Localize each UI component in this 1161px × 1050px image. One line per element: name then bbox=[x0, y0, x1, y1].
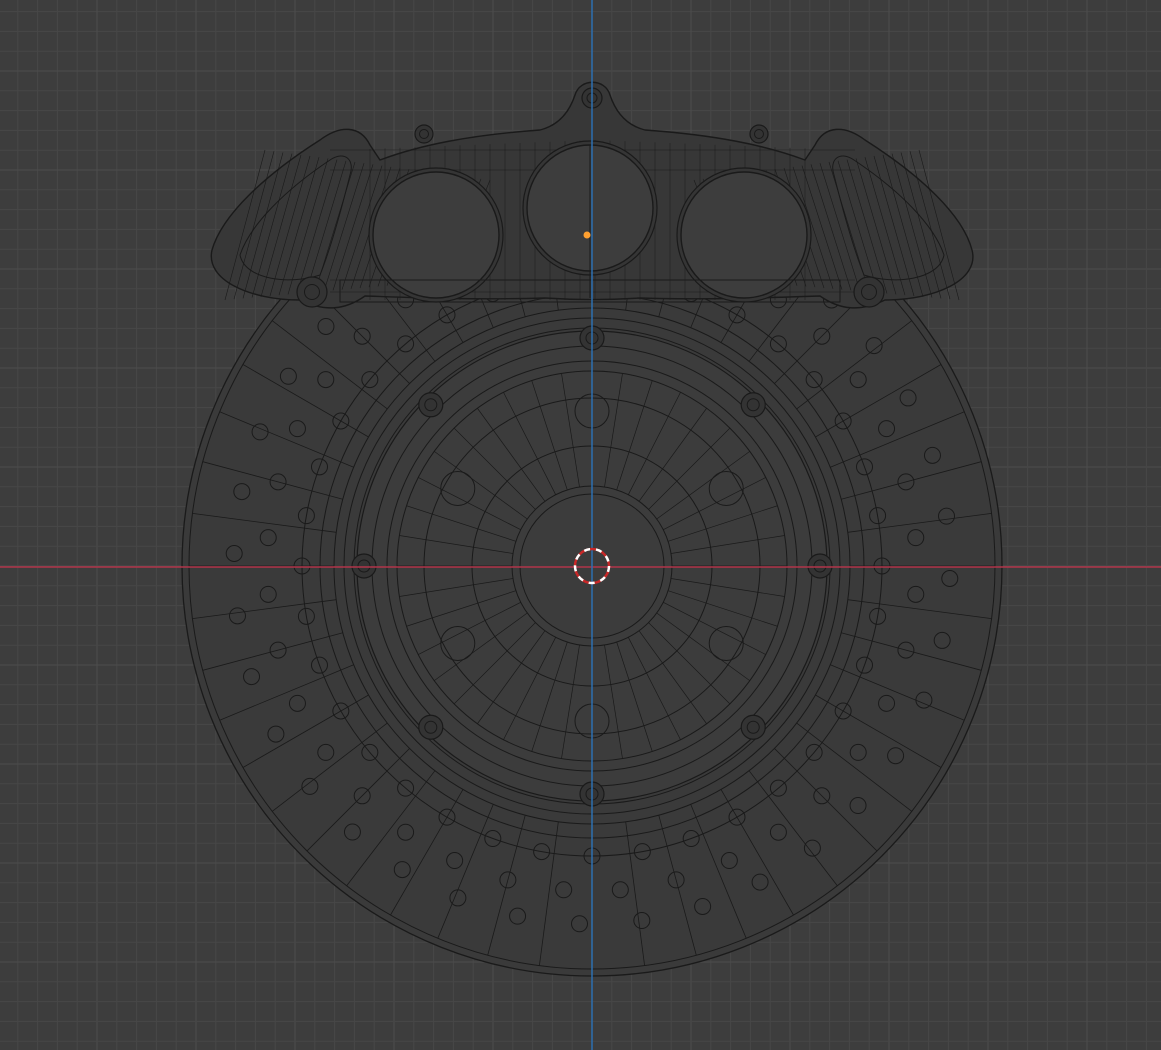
hub-bolt bbox=[740, 392, 766, 418]
caliper-piston bbox=[372, 171, 500, 299]
caliper-bolt bbox=[853, 276, 885, 308]
caliper-bolt bbox=[749, 124, 769, 144]
viewport-canvas[interactable] bbox=[0, 0, 1161, 1050]
hub-bolt bbox=[740, 714, 766, 740]
object-origin-icon[interactable] bbox=[583, 231, 591, 239]
hub-bolt bbox=[418, 714, 444, 740]
caliper-piston bbox=[680, 171, 808, 299]
caliper-bolt bbox=[414, 124, 434, 144]
hub-bolt bbox=[807, 553, 833, 579]
hub-bolt bbox=[351, 553, 377, 579]
caliper-bolt bbox=[296, 276, 328, 308]
hub-bolt bbox=[418, 392, 444, 418]
3d-viewport[interactable] bbox=[0, 0, 1161, 1050]
